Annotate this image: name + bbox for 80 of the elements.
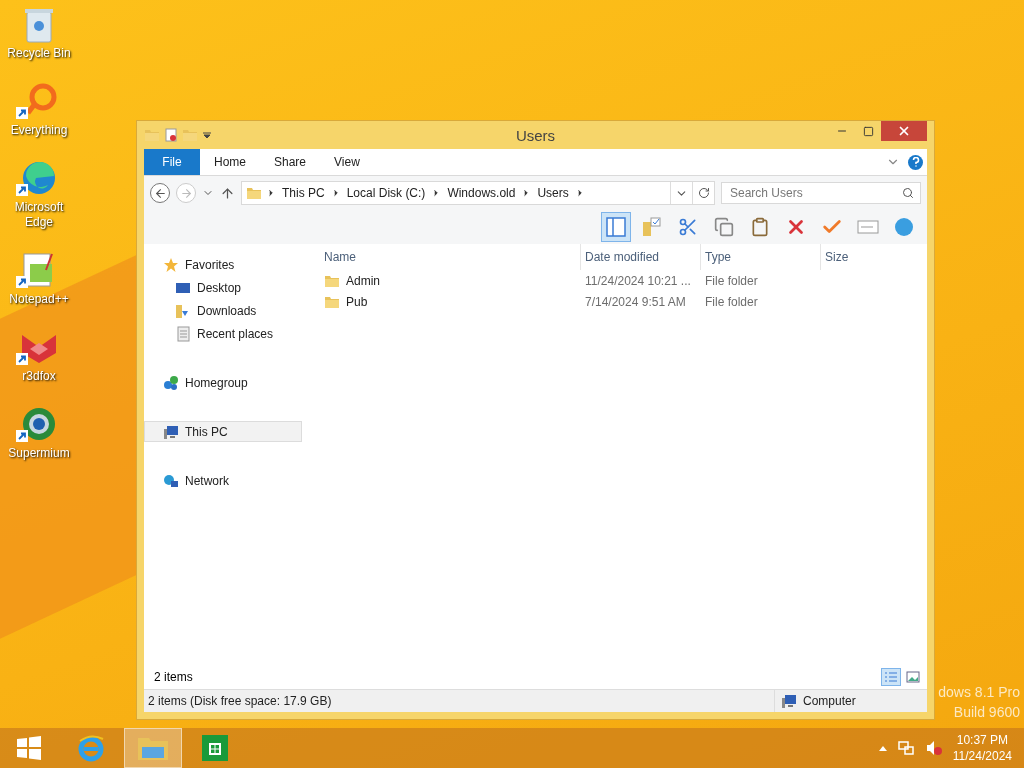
column-header[interactable]: Size: [821, 244, 901, 270]
type-cell-text: File folder: [704, 294, 759, 309]
date-cell-text: 7/14/2024 9:51 AM: [584, 294, 687, 309]
refresh-icon: [697, 187, 710, 199]
dropdown-arrow-icon[interactable]: [202, 130, 212, 140]
type-cell-text: File folder: [704, 273, 759, 288]
large-icons-view-button[interactable]: [903, 668, 923, 686]
computer-icon: [781, 693, 797, 709]
nav-item[interactable]: Recent places: [144, 323, 302, 344]
document-icon[interactable]: [164, 127, 178, 143]
ribbon-tab[interactable]: Share: [260, 149, 321, 175]
copy-icon: [714, 217, 734, 237]
show-hidden-icons-icon[interactable]: [878, 745, 887, 751]
ribbon-tab[interactable]: View: [320, 149, 374, 175]
address-bar[interactable]: This PC Local Disk (C:) Windows.old Users: [241, 181, 715, 205]
edition-watermark-text: dows 8.1 Pro: [938, 684, 1020, 700]
store-icon: [200, 733, 230, 763]
windows-logo-icon: [16, 736, 42, 760]
desktop-icon-label: Supermium: [8, 446, 70, 461]
star-icon: [163, 256, 179, 273]
preview-pane-icon: [605, 216, 627, 238]
nav-item[interactable]: Desktop: [144, 277, 302, 298]
volume-muted-icon[interactable]: [924, 739, 943, 757]
toolbar-button[interactable]: [601, 212, 631, 242]
details-list-icon: [884, 671, 898, 683]
folder-download-icon: [175, 302, 191, 319]
window-title: Users: [515, 126, 556, 144]
desktop-icon-label: Notepad++: [9, 292, 69, 307]
forward-arrow-icon: [179, 186, 193, 200]
search-field[interactable]: Search Users: [721, 182, 921, 204]
status-text: 2 items (Disk free space: 17.9 GB): [148, 694, 332, 708]
folder-icon: [144, 127, 160, 143]
folder-checkmark-icon: [641, 216, 663, 238]
desktop-icon-label: Microsoft Edge: [13, 200, 65, 230]
globe-icon: [893, 216, 915, 238]
homegroup-icon: [163, 374, 179, 391]
up-button[interactable]: [220, 185, 235, 201]
network-icon[interactable]: [896, 739, 915, 757]
forward-button[interactable]: [176, 183, 196, 203]
column-header[interactable]: Name: [320, 244, 581, 270]
nav-item[interactable]: Homegroup: [144, 372, 302, 393]
desktop-icon-label: Recycle Bin: [7, 46, 71, 61]
column-header[interactable]: Type: [701, 244, 821, 270]
breadcrumb-item[interactable]: This PC: [280, 186, 327, 200]
back-button[interactable]: [150, 183, 170, 203]
folder-icon: [246, 185, 262, 201]
breadcrumb-item[interactable]: Users: [535, 186, 571, 200]
taskbar-app-button[interactable]: [124, 728, 182, 768]
browser-e-icon: [76, 733, 106, 763]
ribbon-tab[interactable]: Home: [200, 149, 260, 175]
help-icon[interactable]: [908, 154, 923, 170]
nav-item[interactable]: Network: [144, 470, 302, 491]
network-icon: [163, 472, 179, 489]
search-icon[interactable]: [902, 187, 914, 199]
nav-item[interactable]: Favorites: [144, 254, 302, 275]
back-arrow-icon: [153, 186, 167, 200]
desktop-icon-label: r3dfox: [22, 369, 56, 384]
new-folder-icon: [182, 127, 198, 143]
breadcrumb-item[interactable]: Windows.old: [445, 186, 518, 200]
paste-icon: [750, 217, 770, 237]
computer-icon: [163, 423, 179, 440]
file-name[interactable]: Admin: [320, 272, 581, 289]
cut-icon: [678, 217, 698, 237]
column-header[interactable]: Date modified: [581, 244, 701, 270]
maximize-icon: [862, 125, 874, 137]
breadcrumb-arrow-icon[interactable]: [266, 188, 276, 198]
desktop-icon-label: Everything: [10, 123, 68, 138]
breadcrumb-item[interactable]: Local Disk (C:): [344, 186, 428, 200]
document-icon: [175, 325, 191, 342]
nav-item[interactable]: This PC: [144, 421, 302, 442]
nav-item[interactable]: Downloads: [144, 300, 302, 321]
edition-watermark-text: Build 9600: [953, 704, 1020, 720]
date-cell-text: 11/24/2024 10:21 ...: [584, 273, 692, 288]
close-button[interactable]: [881, 121, 927, 141]
picture-icon: [906, 671, 920, 683]
file-name[interactable]: Pub: [320, 293, 581, 310]
close-icon: [897, 124, 911, 138]
file-menu-tab[interactable]: File: [144, 149, 200, 175]
status-location: Computer: [803, 694, 856, 708]
item-count: 2 items: [154, 670, 193, 684]
